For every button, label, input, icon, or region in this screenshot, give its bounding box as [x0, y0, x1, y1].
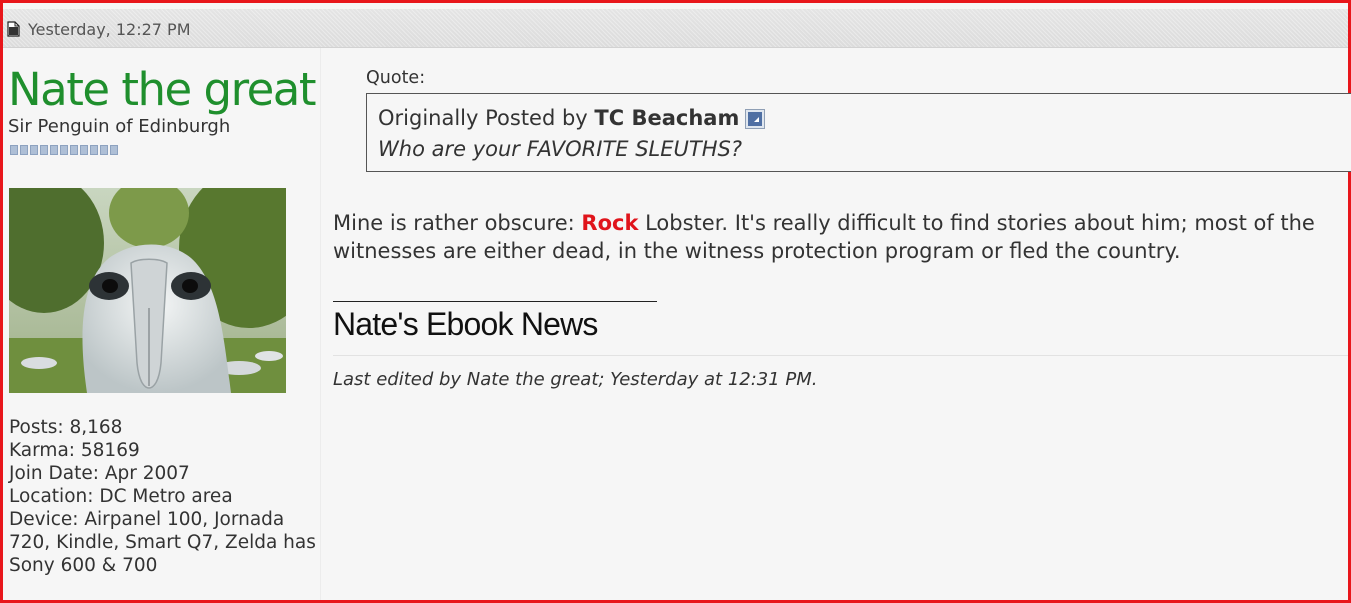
author-sidebar: Nate the great Sir Penguin of Edinburgh [3, 48, 321, 600]
message-highlight: Rock [581, 211, 639, 235]
quote-author: TC Beacham [594, 106, 740, 130]
author-title: Sir Penguin of Edinburgh [8, 116, 231, 137]
reputation-pip [100, 145, 108, 155]
reputation-pip [80, 145, 88, 155]
location: Location: DC Metro area [9, 486, 233, 507]
edit-divider [333, 355, 1348, 356]
message-body: Mine is rather obscure: Rock Lobster. It… [333, 209, 1348, 265]
reputation-pip [50, 145, 58, 155]
post-date: Yesterday, 12:27 PM [28, 20, 191, 39]
reputation-pip [70, 145, 78, 155]
reputation-pip [30, 145, 38, 155]
reputation-pip [40, 145, 48, 155]
signature-divider [333, 301, 657, 302]
signature-link[interactable]: Nate's Ebook News [333, 306, 598, 343]
karma-count: Karma: 58169 [9, 440, 140, 461]
author-avatar[interactable] [9, 188, 286, 393]
quote-text: Who are your FAVORITE SLEUTHS? [378, 137, 742, 161]
quote-box: Originally Posted by TC Beacham Who are … [366, 93, 1351, 172]
join-date: Join Date: Apr 2007 [9, 463, 190, 484]
quote-attribution: Originally Posted by TC Beacham [378, 106, 766, 130]
reputation-pip [90, 145, 98, 155]
message-text-before: Mine is rather obscure: [333, 211, 582, 235]
edit-note: Last edited by Nate the great; Yesterday… [333, 369, 818, 390]
post-content: Quote: Originally Posted by TC Beacham W… [321, 48, 1351, 600]
reputation-pip [110, 145, 118, 155]
reputation-pip [60, 145, 68, 155]
quote-label: Quote: [366, 68, 426, 88]
quote-prefix: Originally Posted by [378, 106, 595, 130]
device: Device: Airpanel 100, Jornada 720, Kindl… [9, 509, 316, 576]
reputation-pip [10, 145, 18, 155]
author-stats: Posts: 8,168 Karma: 58169 Join Date: Apr… [9, 416, 319, 577]
post-frame: Yesterday, 12:27 PM Nate the great Sir P… [0, 0, 1351, 603]
document-icon [7, 21, 20, 37]
author-username-link[interactable]: Nate the great [8, 63, 317, 116]
albatross-avatar [9, 188, 286, 393]
posts-count: Posts: 8,168 [9, 417, 123, 438]
reputation-pip [20, 145, 28, 155]
reputation-bar [10, 145, 118, 155]
view-post-icon[interactable] [745, 109, 766, 129]
post-header: Yesterday, 12:27 PM [3, 9, 1348, 48]
